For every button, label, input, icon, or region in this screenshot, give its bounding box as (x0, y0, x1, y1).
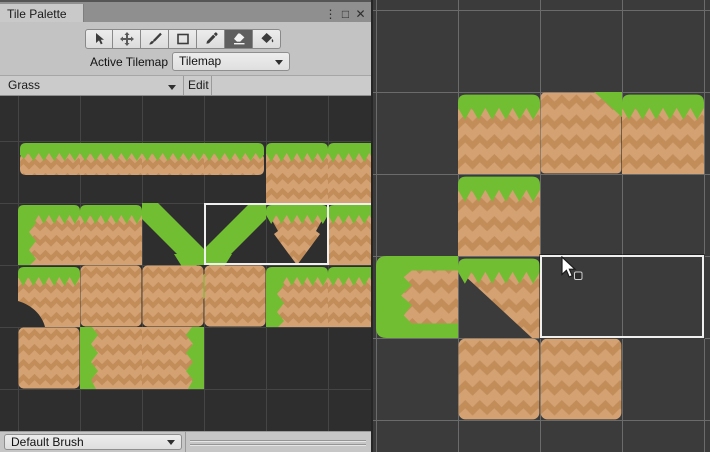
tile-strip-right[interactable] (204, 143, 264, 175)
brush-grip-lines (190, 432, 366, 452)
eraser-tool-button[interactable] (225, 29, 253, 49)
tile-band-down[interactable] (142, 203, 204, 265)
palette-dropdown[interactable]: Grass (8, 78, 40, 92)
tile-cap-corner-tl[interactable] (266, 267, 328, 327)
scene-tiles-canvas (373, 0, 710, 452)
tile-strip-left[interactable] (20, 143, 80, 175)
separator (185, 432, 186, 452)
separator (211, 76, 212, 95)
edit-palette-button[interactable]: Edit (188, 78, 209, 92)
eyedropper-icon (203, 31, 219, 47)
move-tool-button[interactable] (113, 29, 141, 49)
separator (183, 76, 184, 95)
tile-picker-tool-button[interactable] (197, 29, 225, 49)
tile-band-up[interactable] (204, 203, 266, 265)
tile-dirt[interactable] (19, 328, 80, 389)
active-tilemap-label: Active Tilemap (0, 55, 168, 69)
tile-edge-left[interactable] (80, 327, 142, 389)
select-arrow-icon (91, 31, 107, 47)
box-icon (175, 31, 191, 47)
tile-strip-mid[interactable] (142, 143, 204, 175)
tile-cap[interactable] (80, 205, 142, 265)
unity-editor-window: Tile Palette ⋮ □ ✕ (0, 0, 710, 452)
tile-cap-diag (458, 259, 540, 338)
brush-bar: Default Brush (0, 431, 371, 452)
tile-pocket-right (376, 256, 458, 338)
tile-cap (622, 95, 704, 174)
tile-palette-grid[interactable] (0, 96, 371, 431)
tile-cap (458, 95, 540, 174)
palette-selector-bar: Grass Edit (0, 75, 371, 96)
fill-bucket-icon (259, 31, 275, 47)
tile-cap[interactable] (328, 143, 371, 203)
tile-cap[interactable] (328, 205, 371, 265)
palette-tiles-canvas (0, 96, 371, 431)
chevron-down-icon (275, 60, 283, 65)
eraser-icon (231, 31, 247, 47)
box-fill-tool-button[interactable] (169, 29, 197, 49)
tile-palette-toolbar: Active Tilemap Tilemap (0, 22, 371, 75)
chevron-down-icon[interactable] (168, 85, 176, 90)
brush-value: Default Brush (11, 435, 84, 449)
tile-corner-grass-tr (541, 92, 622, 173)
tile-strip-mid[interactable] (80, 143, 142, 175)
tile-dirt[interactable] (205, 266, 266, 327)
tile-dirt[interactable] (81, 266, 142, 327)
active-tilemap-value: Tilemap (179, 54, 221, 68)
brush-dropdown[interactable]: Default Brush (4, 434, 182, 450)
tab-strip: Tile Palette ⋮ □ ✕ (0, 0, 371, 22)
tile-dirt[interactable] (143, 266, 204, 327)
tile-dirt (541, 339, 622, 420)
scene-view[interactable] (373, 0, 710, 452)
tool-button-row (85, 29, 281, 49)
tab-tile-palette[interactable]: Tile Palette (0, 4, 84, 24)
tile-cap-taper[interactable] (266, 205, 328, 265)
tile-cap-corner-tl[interactable] (18, 205, 80, 265)
tile-cap (458, 177, 540, 256)
paint-brush-icon (147, 31, 163, 47)
select-tool-button[interactable] (85, 29, 113, 49)
kebab-menu-icon[interactable]: ⋮ (324, 5, 337, 23)
move-icon (119, 31, 135, 47)
tile-cap[interactable] (266, 143, 328, 203)
close-icon[interactable]: ✕ (354, 5, 367, 23)
active-tilemap-dropdown[interactable]: Tilemap (172, 52, 290, 71)
fill-bucket-tool-button[interactable] (253, 29, 281, 49)
tile-dirt (459, 339, 540, 420)
tile-cap-bite[interactable] (18, 267, 80, 327)
chevron-down-icon (167, 440, 175, 445)
paint-brush-tool-button[interactable] (141, 29, 169, 49)
tile-edge-right[interactable] (142, 327, 204, 389)
maximize-icon[interactable]: □ (339, 5, 352, 23)
tile-palette-panel: Tile Palette ⋮ □ ✕ (0, 0, 371, 452)
tile-cap[interactable] (328, 267, 371, 327)
